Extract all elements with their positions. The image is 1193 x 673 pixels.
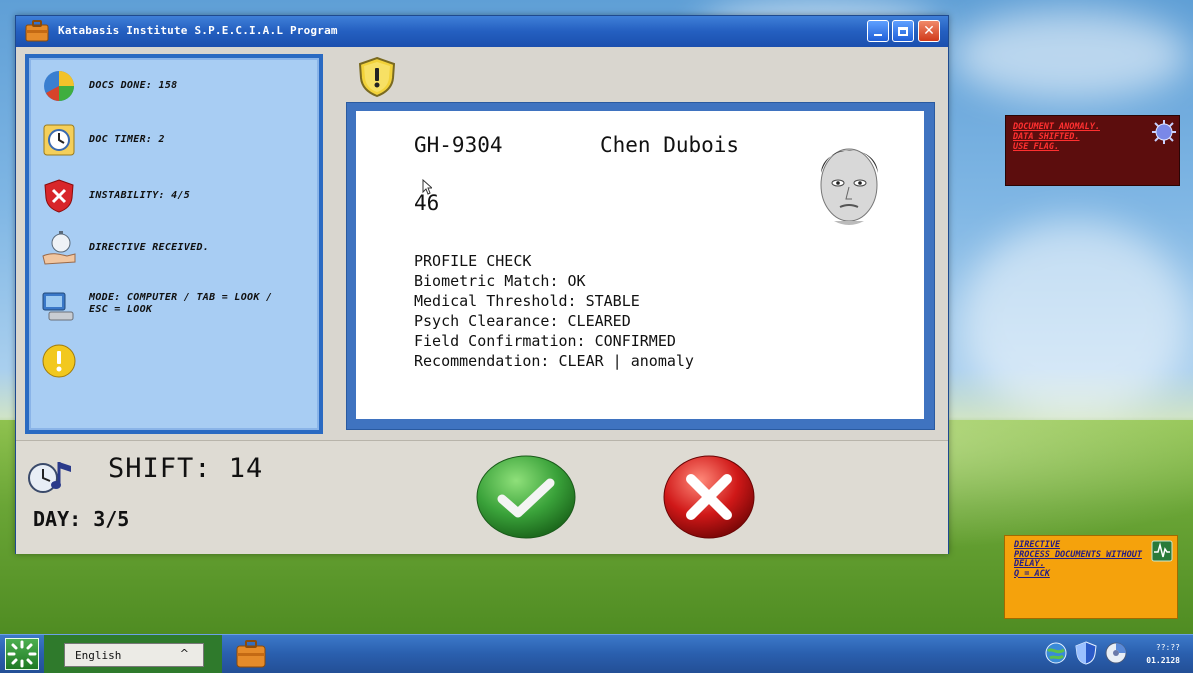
doc-timer-item: DOC TIMER: 2 — [41, 122, 165, 158]
clock-date: 01.2128 — [1146, 656, 1180, 665]
close-button[interactable]: ✕ — [918, 20, 940, 42]
clock-music-icon — [28, 462, 71, 493]
approve-button[interactable] — [476, 455, 576, 539]
mode-label: MODE: COMPUTER / TAB = LOOK / ESC = LOOK — [89, 292, 273, 315]
bottom-controls: SHIFT: 14 DAY: 3/5 — [16, 440, 948, 554]
window-title: Katabasis Institute S.P.E.C.I.A.L Progra… — [58, 24, 338, 37]
shield-x-icon — [44, 179, 74, 213]
main-window: Katabasis Institute S.P.E.C.I.A.L Progra… — [15, 15, 949, 554]
chevron-up-icon: ^ — [179, 647, 189, 660]
system-tray — [1044, 641, 1128, 665]
anomaly-note[interactable]: DOCUMENT ANOMALY. DATA SHIFTED. USE FLAG… — [1005, 115, 1180, 186]
profile-line: Field Confirmation: CONFIRMED — [414, 332, 676, 350]
directive-line: Q = ACK — [1014, 568, 1050, 579]
document-name: Chen Dubois — [600, 133, 740, 157]
shift-label: SHIFT: 14 — [108, 453, 264, 484]
clock[interactable]: ??:?? 01.2128 — [1140, 641, 1180, 667]
warning-icon — [42, 344, 76, 378]
anomaly-line: USE FLAG. — [1013, 142, 1060, 152]
title-bar[interactable]: Katabasis Institute S.P.E.C.I.A.L Progra… — [16, 16, 948, 47]
taskbar: English ^ ??:?? 01.2128 — [0, 634, 1193, 673]
virus-icon — [1152, 120, 1176, 144]
profile-check-section: PROFILE CHECK Biometric Match: OK Medica… — [414, 251, 694, 371]
x-icon — [663, 455, 755, 539]
taskbar-app-briefcase[interactable] — [234, 638, 268, 670]
doc-timer-label: DOC TIMER: 2 — [89, 134, 165, 145]
oscilloscope-icon — [1151, 540, 1173, 562]
anomaly-note-text: DOCUMENT ANOMALY. DATA SHIFTED. USE FLAG… — [1013, 122, 1100, 152]
instability-item: INSTABILITY: 4/5 — [41, 178, 190, 214]
shield-icon[interactable] — [1074, 641, 1098, 665]
directive-status-label: DIRECTIVE RECEIVED. — [89, 242, 210, 253]
document: GH-9304 Chen Dubois 46 PROFILE CHECK Bio… — [356, 111, 924, 419]
profile-check-title: PROFILE CHECK — [414, 252, 532, 270]
portrait-photo — [808, 135, 890, 235]
profile-line: Recommendation: CLEAR | anomaly — [414, 352, 694, 370]
profile-line: Medical Threshold: STABLE — [414, 292, 640, 310]
warning-item — [41, 343, 77, 379]
anomaly-line: DATA SHIFTED. — [1013, 132, 1080, 142]
clock-time: ??:?? — [1155, 643, 1180, 652]
profile-line: Psych Clearance: CLEARED — [414, 312, 631, 330]
status-panel: DOCS DONE: 158 DOC TIMER: 2 INSTABILITY:… — [25, 54, 323, 434]
instability-label: INSTABILITY: 4/5 — [89, 190, 191, 201]
minimize-button[interactable] — [867, 20, 889, 42]
document-age: 46 — [414, 191, 440, 215]
hand-stopwatch-icon — [42, 231, 76, 265]
briefcase-icon — [25, 20, 49, 42]
globe-icon[interactable] — [1044, 641, 1068, 665]
directive-line: PROCESS DOCUMENTS WITHOUT DELAY. — [1014, 549, 1142, 569]
maximize-icon — [898, 26, 908, 36]
directive-note-text: DIRECTIVE PROCESS DOCUMENTS WITHOUT DELA… — [1014, 540, 1144, 579]
start-icon — [7, 640, 37, 668]
start-button[interactable] — [5, 638, 39, 670]
timer-icon — [43, 124, 75, 156]
profile-line: Biometric Match: OK — [414, 272, 586, 290]
docs-done-label: DOCS DONE: 158 — [89, 80, 178, 91]
deny-button[interactable] — [663, 455, 755, 539]
pie-chart-icon — [44, 71, 74, 101]
language-selector[interactable]: English ^ — [64, 643, 204, 667]
directive-status-item: DIRECTIVE RECEIVED. — [41, 230, 209, 266]
mode-item: MODE: COMPUTER / TAB = LOOK / ESC = LOOK — [41, 288, 289, 324]
computer-icon — [42, 292, 74, 321]
shield-warning-icon — [358, 56, 396, 98]
language-label: English — [75, 648, 122, 662]
anomaly-line: DOCUMENT ANOMALY. — [1013, 122, 1100, 132]
docs-done-item: DOCS DONE: 158 — [41, 68, 178, 104]
minimize-icon — [874, 34, 882, 36]
disc-icon[interactable] — [1104, 641, 1128, 665]
maximize-button[interactable] — [892, 20, 914, 42]
checkmark-icon — [476, 455, 576, 539]
close-icon: ✕ — [923, 23, 935, 39]
document-frame: GH-9304 Chen Dubois 46 PROFILE CHECK Bio… — [346, 102, 935, 430]
document-id: GH-9304 — [414, 133, 503, 157]
day-label: DAY: 3/5 — [33, 507, 130, 531]
directive-note[interactable]: DIRECTIVE PROCESS DOCUMENTS WITHOUT DELA… — [1004, 535, 1178, 619]
